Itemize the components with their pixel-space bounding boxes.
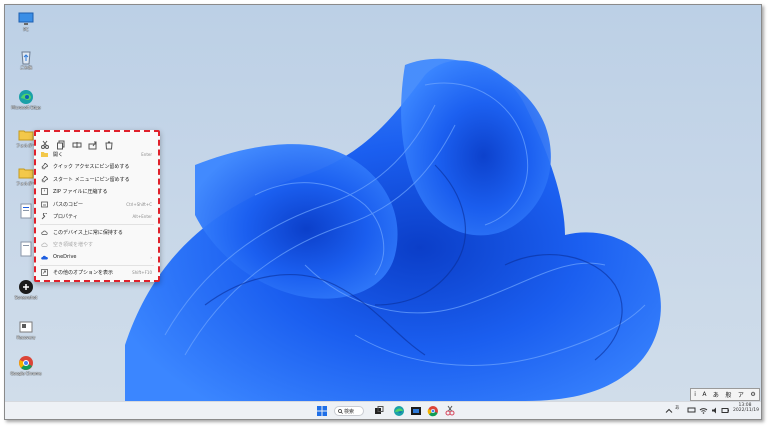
ime-toolbar: i A あ 般 ア ⚙: [690, 388, 760, 401]
menu-item-label: 空き領域を増やす: [53, 242, 94, 249]
taskbar-search[interactable]: 検索: [334, 406, 364, 416]
battery-icon[interactable]: [721, 406, 730, 415]
folder-icon: [18, 168, 34, 179]
recycle-bin-icon: [21, 51, 31, 65]
menu-item-shortcut: Shift+F10: [132, 270, 152, 276]
menu-item-keep-on-device[interactable]: このデバイス上に常に保持する: [36, 226, 158, 239]
monitor-icon: [18, 12, 34, 25]
menu-item-label: 開く: [53, 151, 64, 158]
wifi-icon[interactable]: [699, 406, 708, 415]
task-view-icon[interactable]: [373, 405, 385, 417]
zip-icon: [41, 188, 48, 196]
snip-icon[interactable]: [444, 405, 456, 417]
ime-mode-button[interactable]: A: [702, 391, 706, 398]
display-icon[interactable]: [687, 406, 696, 415]
store-icon[interactable]: [410, 405, 422, 417]
menu-item-show-more-options[interactable]: その他のオプションを表示 Shift+F10: [36, 267, 158, 280]
desktop-icon-chrome[interactable]: Google Chrome: [7, 355, 45, 376]
pin-icon: [41, 175, 49, 183]
search-label: 検索: [344, 409, 355, 415]
menu-item-label: スタート メニューにピン留めする: [53, 176, 130, 183]
share-icon[interactable]: [88, 135, 98, 150]
desktop-icon-recycle-bin[interactable]: ごみ箱: [7, 49, 45, 70]
start-icon[interactable]: [316, 405, 328, 417]
ime-info-icon[interactable]: i: [694, 391, 696, 398]
volume-icon[interactable]: [711, 406, 720, 415]
taskbar: 検索 あ 13:08 2022/11/19: [5, 401, 761, 419]
onedrive-icon: [41, 254, 48, 261]
desktop: PC ごみ箱 Microsoft Edge フォルダー フォルダー Screen…: [5, 5, 761, 401]
desktop-icon-label: Recovery: [16, 335, 36, 340]
submenu-chevron-icon: ›: [150, 254, 152, 260]
menu-item-shortcut: Ctrl+Shift+C: [126, 201, 152, 207]
menu-item-label: OneDrive: [53, 254, 77, 261]
more-options-icon: [41, 269, 48, 277]
ime-general-button[interactable]: 般: [725, 390, 731, 399]
copy-icon[interactable]: [56, 135, 66, 150]
menu-item-open[interactable]: 開く Enter: [36, 148, 158, 161]
desktop-icon-label: ごみ箱: [20, 65, 32, 70]
desktop-icon-edge[interactable]: Microsoft Edge: [7, 89, 45, 110]
desktop-icon-label: Screenshot: [14, 295, 38, 300]
ime-indicator[interactable]: あ: [675, 405, 680, 411]
menu-item-label: その他のオプションを表示: [53, 270, 114, 277]
app-icon: [19, 321, 33, 333]
clock-date: 2022/11/19: [733, 408, 759, 413]
desktop-icon-app[interactable]: Screenshot: [7, 279, 45, 300]
menu-item-compress-zip[interactable]: ZIP ファイルに圧縮する: [36, 186, 158, 199]
desktop-icon-pc[interactable]: PC: [7, 11, 45, 32]
document-icon: [20, 241, 32, 257]
quick-action-bar: [36, 132, 158, 150]
menu-item-label: プロパティ: [53, 214, 78, 221]
search-icon: [338, 409, 343, 414]
menu-item-label: ZIP ファイルに圧縮する: [53, 189, 108, 196]
menu-item-label: このデバイス上に常に保持する: [53, 229, 123, 236]
menu-item-properties[interactable]: プロパティ Alt+Enter: [36, 211, 158, 224]
clock[interactable]: 13:08 2022/11/19: [733, 403, 759, 413]
menu-item-pin-quick-access[interactable]: クイック アクセスにピン留めする: [36, 161, 158, 174]
chrome-icon[interactable]: [427, 405, 439, 417]
open-icon: [41, 151, 48, 158]
chevron-up-icon[interactable]: [665, 407, 673, 415]
delete-icon[interactable]: [104, 135, 114, 150]
wrench-icon: [41, 212, 48, 220]
menu-item-copy-path[interactable]: パスのコピー Ctrl+Shift+C: [36, 198, 158, 211]
document-icon: [20, 203, 32, 219]
chrome-icon: [19, 356, 33, 370]
edge-icon[interactable]: [393, 405, 405, 417]
menu-item-pin-start[interactable]: スタート メニューにピン留めする: [36, 173, 158, 186]
edge-icon: [19, 90, 33, 104]
pin-icon: [41, 162, 49, 170]
menu-item-free-up-space: 空き領域を増やす: [36, 239, 158, 252]
menu-separator: [40, 224, 154, 225]
desktop-icon-label: Google Chrome: [10, 371, 42, 376]
menu-item-label: クイック アクセスにピン留めする: [53, 164, 130, 171]
cut-icon[interactable]: [40, 135, 50, 149]
app-icon: [19, 280, 33, 294]
cloud-keep-icon: [41, 229, 48, 236]
ime-hiragana-button[interactable]: あ: [713, 390, 719, 399]
desktop-icon-label: Microsoft Edge: [11, 105, 41, 110]
folder-icon: [18, 130, 34, 141]
rename-icon[interactable]: [72, 135, 82, 148]
menu-separator: [40, 264, 154, 266]
ime-katakana-button[interactable]: ア: [738, 390, 744, 399]
menu-item-shortcut: Enter: [141, 151, 152, 157]
desktop-icon-app[interactable]: Recovery: [7, 319, 45, 340]
path-icon: [41, 201, 48, 208]
menu-item-onedrive[interactable]: OneDrive ›: [36, 251, 158, 264]
context-menu: 開く Enter クイック アクセスにピン留めする スタート メニューにピン留め…: [34, 130, 160, 282]
ime-settings-icon[interactable]: ⚙: [750, 391, 755, 398]
cloud-free-icon: [41, 241, 48, 248]
menu-item-shortcut: Alt+Enter: [132, 214, 152, 220]
menu-item-label: パスのコピー: [53, 201, 84, 208]
desktop-icon-label: PC: [23, 27, 29, 32]
screenshot-frame: PC ごみ箱 Microsoft Edge フォルダー フォルダー Screen…: [4, 4, 762, 420]
